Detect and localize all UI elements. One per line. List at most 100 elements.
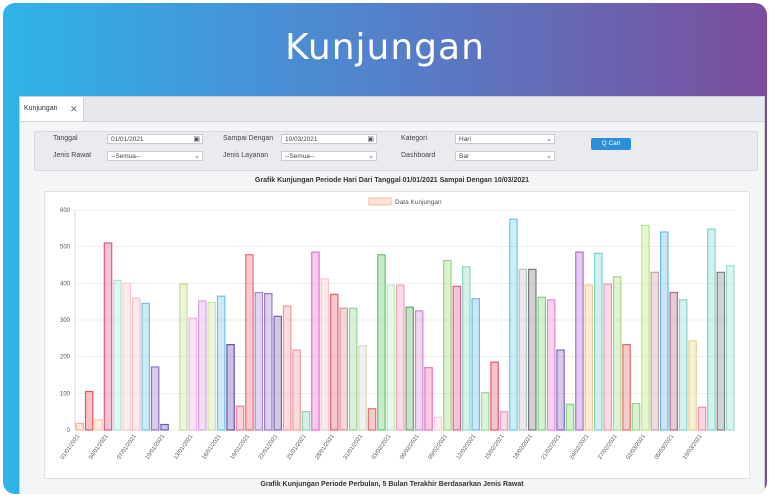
- bar: [443, 259, 452, 431]
- tanggal-field[interactable]: 01/01/2021 ▣: [107, 134, 203, 144]
- bar: [75, 422, 84, 431]
- chart-title: Grafik Kunjungan Periode Hari Dari Tangg…: [254, 177, 530, 184]
- bar: [433, 416, 443, 431]
- bar: [245, 254, 254, 431]
- x-tick-label: 03/02/2021: [371, 434, 393, 461]
- x-tick-label: 19/01/2021: [230, 434, 252, 461]
- x-tick-label: 27/02/2021: [597, 434, 619, 461]
- x-tick-label: 06/02/2021: [399, 434, 421, 461]
- x-tick-label: 28/01/2021: [314, 434, 336, 461]
- bar: [528, 268, 537, 431]
- bar: [141, 302, 150, 431]
- x-tick-label: 10/03/2021: [682, 434, 704, 461]
- tab-kunjungan[interactable]: Kunjungan ✕: [20, 97, 84, 121]
- bar: [386, 284, 396, 431]
- bottom-chart-title: Grafik Kunjungan Periode Perbulan, 5 Bul…: [260, 481, 524, 488]
- bar: [292, 349, 301, 431]
- bar: [273, 315, 282, 431]
- bar: [339, 307, 348, 431]
- x-tick-label: 07/01/2021: [116, 434, 138, 461]
- bar: [707, 228, 716, 431]
- bar: [311, 251, 320, 431]
- jenis-layanan-select[interactable]: --Semua-- ⌄: [281, 151, 377, 161]
- app-window: Kunjungan ✕ Tanggal 01/01/2021 ▣ Sampai …: [19, 96, 765, 494]
- x-tick-label: 13/01/2021: [173, 434, 195, 461]
- x-tick-label: 31/01/2021: [343, 434, 365, 461]
- bar: [669, 291, 678, 431]
- x-tick-label: 01/01/2021: [60, 434, 82, 461]
- jenis-rawat-value: --Semua--: [111, 153, 141, 160]
- close-icon[interactable]: ✕: [70, 97, 78, 121]
- tab-bar: Kunjungan ✕: [20, 97, 764, 122]
- bar: [631, 403, 641, 431]
- tab-label: Kunjungan: [24, 105, 58, 112]
- kategori-label: Kategori: [401, 135, 428, 142]
- dashboard-select[interactable]: Bar ⌄: [455, 151, 555, 161]
- y-tick-label: 500: [60, 245, 71, 251]
- x-tick-label: 24/02/2021: [569, 434, 591, 461]
- jenis-layanan-label: Jenis Layanan: [223, 152, 269, 159]
- kategori-value: Hari: [459, 136, 471, 143]
- bar: [254, 291, 264, 431]
- bar: [282, 305, 292, 431]
- bar: [537, 296, 546, 431]
- bar: [490, 361, 499, 431]
- bar: [603, 283, 612, 431]
- y-tick-label: 600: [60, 208, 71, 214]
- search-button[interactable]: Q Cari: [591, 138, 631, 150]
- sampai-value: 10/03/2021: [285, 136, 318, 143]
- chevron-down-icon: ⌄: [546, 153, 552, 160]
- sampai-field[interactable]: 10/03/2021 ▣: [281, 134, 377, 144]
- bar: [348, 307, 358, 431]
- x-tick-label: 04/01/2021: [88, 434, 110, 461]
- bar: [330, 293, 339, 431]
- bar: [452, 285, 462, 431]
- bar: [660, 231, 669, 431]
- y-tick-label: 100: [60, 391, 71, 397]
- jenis-layanan-value: --Semua--: [285, 153, 315, 160]
- dashboard-label: Dashboard: [401, 152, 436, 159]
- bar: [518, 268, 528, 431]
- bar: [424, 367, 433, 431]
- calendar-icon[interactable]: ▣: [193, 135, 200, 145]
- jenis-rawat-label: Jenis Rawat: [53, 152, 92, 159]
- bar: [509, 218, 518, 431]
- dashboard-value: Bar: [459, 153, 470, 160]
- bar: [546, 299, 556, 431]
- bar: [103, 242, 113, 431]
- bar: [207, 301, 216, 431]
- bar: [688, 340, 697, 431]
- chevron-down-icon: ⌄: [368, 153, 374, 160]
- bar: [462, 266, 471, 431]
- bar: [235, 405, 245, 431]
- x-tick-label: 21/02/2021: [541, 434, 563, 461]
- x-tick-label: 22/01/2021: [258, 434, 280, 461]
- bar: [358, 345, 367, 431]
- x-tick-label: 18/02/2021: [512, 434, 534, 461]
- chevron-down-icon: ⌄: [546, 136, 552, 143]
- jenis-rawat-select[interactable]: --Semua-- ⌄: [107, 151, 203, 161]
- bar: [179, 283, 188, 431]
- y-tick-label: 400: [60, 281, 71, 287]
- bar-chart: 0 100 200 300 400 500 600 Data Kunjungan 01/01/2…: [60, 197, 735, 461]
- x-tick-label: 15/02/2021: [484, 434, 506, 461]
- tanggal-value: 01/01/2021: [111, 136, 144, 143]
- bar: [396, 284, 405, 431]
- tanggal-label: Tanggal: [53, 135, 78, 142]
- x-tick-label: 02/03/2021: [626, 434, 648, 461]
- bar: [188, 317, 198, 431]
- bar: [377, 254, 386, 431]
- bar: [678, 299, 688, 431]
- bar: [499, 411, 509, 431]
- bar: [565, 403, 575, 431]
- kategori-select[interactable]: Hari ⌄: [455, 134, 555, 144]
- bar: [556, 349, 565, 431]
- bar: [594, 252, 603, 431]
- bar: [405, 306, 414, 431]
- bar: [198, 300, 207, 431]
- calendar-icon[interactable]: ▣: [367, 135, 374, 145]
- banner-title: Kunjungan: [285, 27, 485, 68]
- bar: [122, 282, 132, 431]
- bar: [471, 298, 480, 431]
- bar: [584, 284, 594, 431]
